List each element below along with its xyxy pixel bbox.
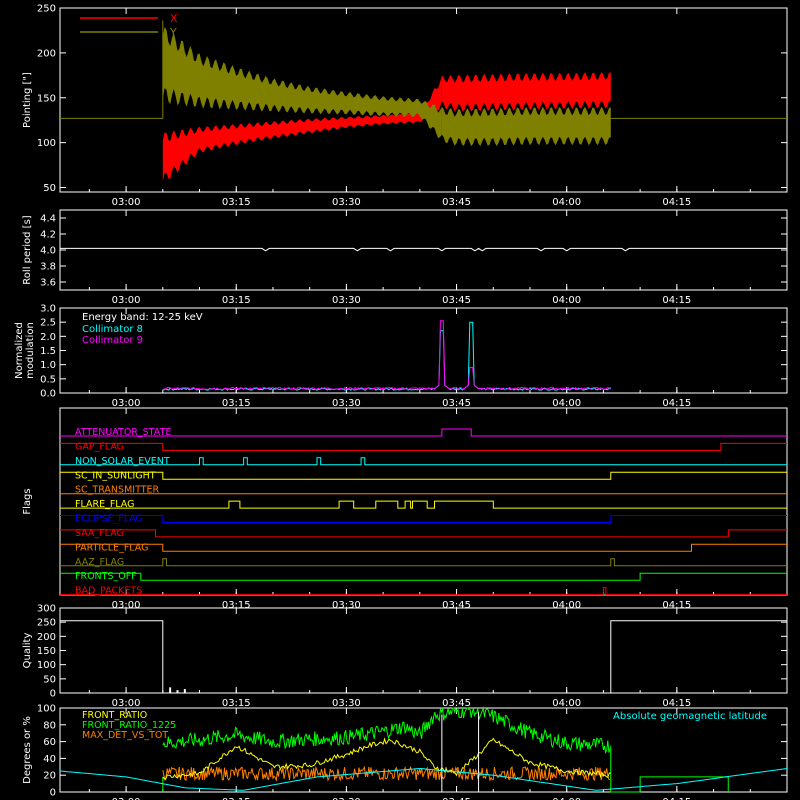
quality-line	[60, 620, 787, 694]
y-tick-label: 150	[37, 646, 56, 657]
pointing-y-band	[441, 106, 611, 147]
flag-line-saa-flag	[60, 529, 787, 538]
x-tick-label: 03:30	[332, 398, 361, 409]
flag-line-flare-flag	[60, 500, 787, 509]
panel-2: 03:00 03:15 03:30 03:45 04:00 04:15 3.6 3.8 4.0 4…	[22, 209, 788, 306]
y-tick-label: 4.4	[40, 214, 56, 225]
y-axis-label: Normalized	[14, 322, 25, 379]
y-tick-label: 300	[37, 604, 56, 615]
x-tick-label: 04:15	[662, 295, 691, 306]
y-tick-label: 3.0	[40, 304, 56, 315]
flag-line-fronts-off	[60, 572, 787, 581]
flag-line-particle-flag	[60, 543, 787, 552]
x-tick-label: 04:00	[552, 398, 581, 409]
y-tick-label: 250	[37, 618, 56, 629]
legend-label: Collimator 9	[82, 335, 143, 346]
legend-label: Y	[169, 26, 177, 39]
x-tick-label: 03:45	[442, 295, 471, 306]
y-tick-label: 1.0	[40, 360, 56, 371]
flag-line-bad-packets	[60, 587, 787, 596]
y-axis-label: Quality	[22, 633, 33, 669]
panel-5: 03:00 03:15 03:30 03:45 04:00 04:15 0 50 100 150 2…	[22, 604, 788, 709]
x-tick-label: 04:15	[662, 698, 691, 709]
energy-band-label: Energy band: 12-25 keV	[82, 312, 203, 323]
y-tick-label: 20	[43, 771, 56, 782]
x-tick-label: 04:15	[662, 398, 691, 409]
x-tick-label: 03:00	[112, 398, 141, 409]
x-tick-label: 04:00	[552, 295, 581, 306]
front-ratio-line	[162, 737, 611, 780]
y-tick-label: 0.0	[40, 389, 56, 400]
x-tick-label: 03:45	[442, 698, 471, 709]
y-tick-label: 0.5	[40, 374, 56, 385]
y-tick-label: 50	[43, 183, 56, 194]
x-tick-label: 03:30	[332, 197, 361, 208]
summary-chart: 03:00 03:15 03:30 03:45 04:00 04:15 50 100 150 20…	[14, 4, 788, 800]
y-tick-label: 150	[37, 93, 56, 104]
x-tick-label: 03:15	[222, 398, 251, 409]
y-tick-label: 200	[37, 632, 56, 643]
panel-1: 03:00 03:15 03:30 03:45 04:00 04:15 50 100 150 20…	[22, 4, 788, 208]
x-tick-label: 04:15	[662, 197, 691, 208]
y-tick-label: 4.2	[40, 230, 56, 241]
y-tick-label: 2.0	[40, 332, 56, 343]
x-tick-label: 03:00	[112, 698, 141, 709]
flag-line-aaz-flag	[60, 558, 787, 567]
front-ratio-tail	[610, 745, 729, 793]
x-tick-label: 03:00	[112, 295, 141, 306]
x-tick-label: 03:15	[222, 295, 251, 306]
panel-6: 03:0003:1503:3003:4504:0004:150204060801…	[22, 704, 788, 800]
y-axis-label: modulation	[25, 322, 36, 379]
front-ratio-1225-line	[162, 706, 611, 755]
x-tick-label: 03:45	[442, 398, 471, 409]
y-axis-label: Degrees or %	[22, 716, 33, 784]
y-tick-label: 80	[43, 720, 56, 731]
modulation-collimator-8	[162, 321, 611, 391]
y-tick-label: 200	[37, 48, 56, 59]
y-tick-label: 2.5	[40, 318, 56, 329]
y-tick-label: 100	[37, 138, 56, 149]
x-tick-label: 04:00	[552, 197, 581, 208]
flag-line-sc-in-sunlight	[60, 471, 787, 480]
x-tick-label: 03:45	[442, 197, 471, 208]
y-tick-label: 4.0	[40, 246, 56, 257]
x-tick-label: 03:30	[332, 295, 361, 306]
panel-frame	[59, 209, 788, 291]
y-tick-label: 0	[50, 689, 56, 700]
y-tick-label: 100	[37, 704, 56, 715]
y-tick-label: 3.6	[40, 278, 56, 289]
panel-3: 03:00 03:15 03:30 03:45 04:00 04:15 0.0 0.5 1.0 1…	[14, 304, 788, 409]
roll-period-line	[60, 247, 787, 252]
pointing-x-band	[441, 71, 611, 112]
y-axis-label: Pointing ["]	[22, 72, 33, 128]
y-tick-label: 1.5	[40, 346, 56, 357]
max-det-vs-tot-line	[162, 765, 611, 783]
geomagnetic-latitude-label: Absolute geomagnetic latitude	[613, 711, 767, 722]
modulation-collimator-9	[162, 320, 612, 391]
legend-label: Collimator 8	[82, 324, 143, 335]
y-axis-label: Flags	[22, 488, 33, 514]
x-tick-label: 03:15	[222, 698, 251, 709]
panel-4: 03:00 03:15 03:30 03:45 04:00 04:15FlagsATTEN…	[22, 407, 788, 611]
y-tick-label: 100	[37, 660, 56, 671]
x-tick-label: 03:15	[222, 197, 251, 208]
flag-line-gap-flag	[60, 442, 787, 451]
y-tick-label: 3.8	[40, 262, 56, 273]
flag-line-eclipse-flag	[60, 515, 787, 523]
y-tick-label: 50	[43, 674, 56, 685]
x-tick-label: 04:00	[552, 698, 581, 709]
legend-label: X	[170, 12, 178, 25]
y-tick-label: 250	[37, 4, 56, 15]
x-tick-label: 03:30	[332, 698, 361, 709]
y-tick-label: 60	[43, 737, 56, 748]
y-tick-label: 40	[43, 754, 56, 765]
x-tick-label: 03:00	[112, 197, 141, 208]
y-tick-label: 0	[50, 788, 56, 799]
y-axis-label: Roll period [s]	[22, 215, 33, 284]
legend-label: MAX_DET_VS_TOT	[82, 730, 168, 741]
